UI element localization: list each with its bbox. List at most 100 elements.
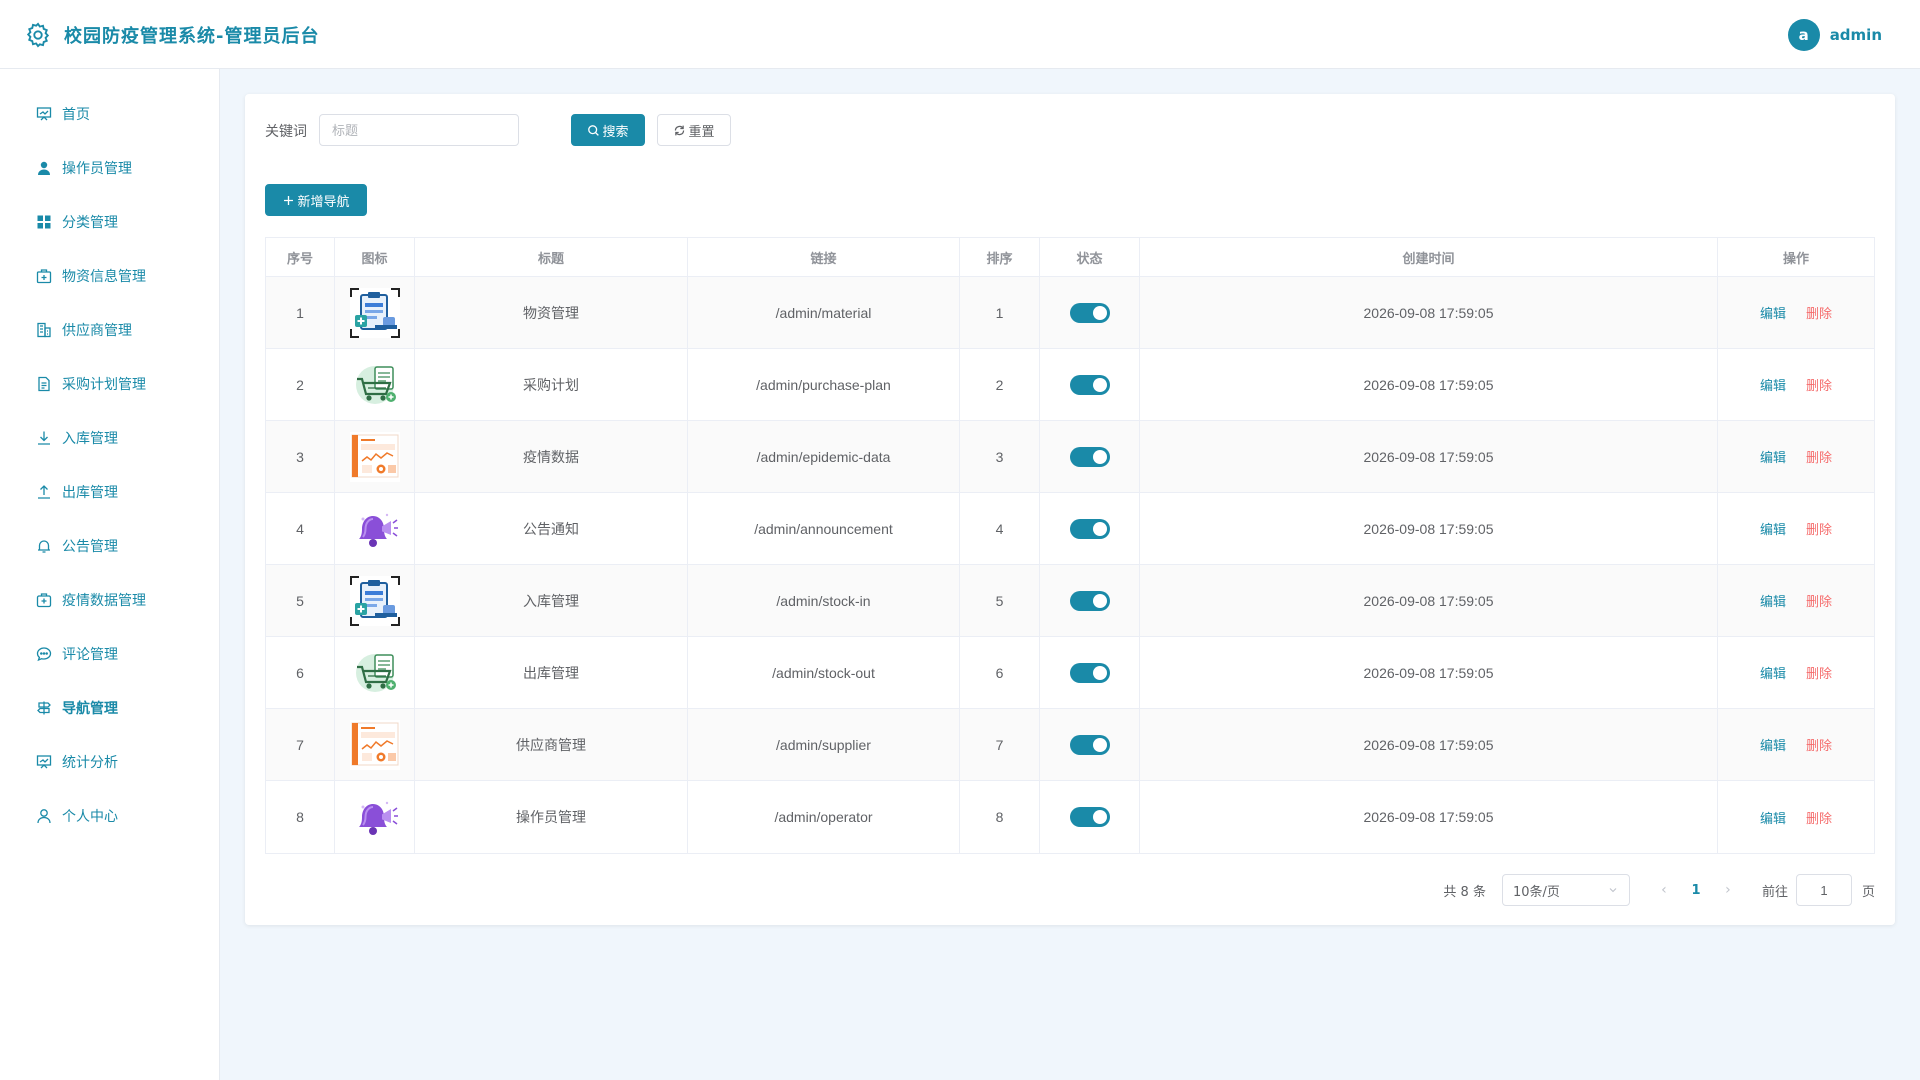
- row-status-cell: [1040, 277, 1140, 348]
- row-actions: 编辑 删除: [1718, 421, 1874, 492]
- page-size-select[interactable]: 10条/页: [1501, 874, 1630, 906]
- sidebar-item-epidemic-data[interactable]: 疫情数据管理: [0, 578, 219, 622]
- total-count: 共 8 条: [1443, 884, 1486, 900]
- row-link: /admin/supplier: [688, 709, 960, 780]
- column-header: 标题: [415, 238, 688, 276]
- status-toggle[interactable]: [1069, 446, 1110, 467]
- edit-link[interactable]: 编辑: [1760, 375, 1786, 394]
- status-toggle[interactable]: [1069, 662, 1110, 683]
- row-status-cell: [1040, 421, 1140, 492]
- sidebar-item-home[interactable]: 首页: [0, 92, 219, 136]
- status-toggle[interactable]: [1069, 302, 1110, 323]
- next-page-button[interactable]: ›: [1716, 882, 1740, 898]
- status-toggle[interactable]: [1069, 734, 1110, 755]
- medical-box-icon: [36, 593, 52, 608]
- prev-page-button[interactable]: ‹: [1652, 882, 1676, 898]
- row-link: /admin/stock-out: [688, 637, 960, 708]
- download-icon: [38, 431, 50, 445]
- row-link: /admin/material: [688, 277, 960, 348]
- row-index: 2: [266, 349, 335, 420]
- column-header: 链接: [688, 238, 960, 276]
- status-toggle[interactable]: [1069, 374, 1110, 395]
- sidebar-item-label: 入库管理: [62, 431, 118, 447]
- table-header: 序号 图标 标题 链接 排序 状态 创建时间 操作: [266, 238, 1874, 277]
- edit-link[interactable]: 编辑: [1760, 591, 1786, 610]
- table-body: 1 物资管理/admin/material 1 2026-09-08 17:59:05…: [266, 277, 1874, 853]
- row-link: /admin/operator: [688, 781, 960, 853]
- row-created-time: 2026-09-08 17:59:05: [1140, 277, 1718, 348]
- sidebar-item-categories[interactable]: 分类管理: [0, 200, 219, 244]
- edit-link[interactable]: 编辑: [1760, 663, 1786, 682]
- app-title: 校园防疫管理系统-管理员后台: [64, 26, 320, 47]
- row-created-time: 2026-09-08 17:59:05: [1140, 421, 1718, 492]
- status-toggle[interactable]: [1069, 807, 1110, 827]
- table-row: 3 疫情数据/admin/epidemic-data 3 2026-09-08 17:…: [266, 421, 1874, 493]
- delete-link[interactable]: 删除: [1806, 375, 1832, 394]
- user-menu[interactable]: a admin: [1787, 19, 1882, 51]
- reset-button[interactable]: 重置: [657, 114, 731, 146]
- sidebar-item-stock-out[interactable]: 出库管理: [0, 470, 219, 514]
- table-row: 4 公告通知/admin/announcement 4 2026-09-08 17:5…: [266, 493, 1874, 565]
- sidebar-item-operators[interactable]: 操作员管理: [0, 146, 219, 190]
- delete-link[interactable]: 删除: [1806, 303, 1832, 322]
- row-actions: 编辑 删除: [1718, 349, 1874, 420]
- row-title: 出库管理: [415, 637, 688, 708]
- sidebar-item-materials[interactable]: 物资信息管理: [0, 254, 219, 298]
- goto-page-input[interactable]: [1795, 874, 1852, 906]
- edit-link[interactable]: 编辑: [1760, 735, 1786, 754]
- edit-link[interactable]: 编辑: [1760, 519, 1786, 538]
- building-icon: [37, 322, 51, 338]
- search-button[interactable]: 搜索: [571, 114, 645, 146]
- sidebar-item-purchase-plans[interactable]: 采购计划管理: [0, 362, 219, 406]
- search-input[interactable]: [319, 114, 519, 146]
- sidebar-item-suppliers[interactable]: 供应商管理: [0, 308, 219, 352]
- delete-link[interactable]: 删除: [1806, 519, 1832, 538]
- grid-icon: [37, 215, 51, 229]
- sidebar-item-label: 物资信息管理: [62, 269, 146, 285]
- dashboard-report-icon: [349, 719, 401, 771]
- row-link: /admin/epidemic-data: [688, 421, 960, 492]
- delete-link[interactable]: 删除: [1806, 447, 1832, 466]
- row-sort: 7: [960, 709, 1040, 780]
- row-actions: 编辑 删除: [1718, 493, 1874, 564]
- row-index: 1: [266, 277, 335, 348]
- status-toggle[interactable]: [1069, 590, 1110, 611]
- row-title: 采购计划: [415, 349, 688, 420]
- delete-link[interactable]: 删除: [1806, 808, 1832, 827]
- sidebar-item-label: 导航管理: [62, 701, 118, 717]
- row-index: 4: [266, 493, 335, 564]
- sidebar-item-navigation[interactable]: 导航管理: [0, 686, 219, 730]
- row-sort: 3: [960, 421, 1040, 492]
- sidebar-item-statistics[interactable]: 统计分析: [0, 740, 219, 784]
- row-created-time: 2026-09-08 17:59:05: [1140, 637, 1718, 708]
- sidebar-item-comments[interactable]: 评论管理: [0, 632, 219, 676]
- sidebar-item-stock-in[interactable]: 入库管理: [0, 416, 219, 460]
- add-button-label: 新增导航: [297, 194, 350, 210]
- edit-link[interactable]: 编辑: [1760, 808, 1786, 827]
- reset-button-label: 重置: [688, 124, 715, 140]
- row-actions: 编辑 删除: [1718, 637, 1874, 708]
- sidebar-item-label: 供应商管理: [62, 323, 132, 339]
- main-card: 关键词 搜索 重置 新增导航 序号 图标 标题 链接 排序 状态 创建时间 操作…: [245, 94, 1895, 925]
- page-size-value: 10条/页: [1512, 884, 1560, 900]
- avatar[interactable]: a: [1787, 19, 1820, 51]
- status-toggle[interactable]: [1069, 518, 1110, 539]
- delete-link[interactable]: 删除: [1806, 735, 1832, 754]
- delete-link[interactable]: 删除: [1806, 663, 1832, 682]
- page-number[interactable]: 1: [1676, 883, 1716, 898]
- row-created-time: 2026-09-08 17:59:05: [1140, 709, 1718, 780]
- table-row: 7 供应商管理/admin/supplier 7 2026-09-08 17:59:0…: [266, 709, 1874, 781]
- edit-link[interactable]: 编辑: [1760, 303, 1786, 322]
- sidebar-item-profile[interactable]: 个人中心: [0, 794, 219, 838]
- shopping-cart-icon: [349, 647, 401, 699]
- row-created-time: 2026-09-08 17:59:05: [1140, 349, 1718, 420]
- row-status-cell: [1040, 565, 1140, 636]
- edit-link[interactable]: 编辑: [1760, 447, 1786, 466]
- presentation-icon: [36, 107, 52, 121]
- sidebar-item-label: 公告管理: [62, 539, 118, 555]
- delete-link[interactable]: 删除: [1806, 591, 1832, 610]
- add-navigation-button[interactable]: 新增导航: [265, 184, 367, 216]
- username[interactable]: admin: [1830, 26, 1882, 44]
- sidebar-item-announcements[interactable]: 公告管理: [0, 524, 219, 568]
- row-index: 5: [266, 565, 335, 636]
